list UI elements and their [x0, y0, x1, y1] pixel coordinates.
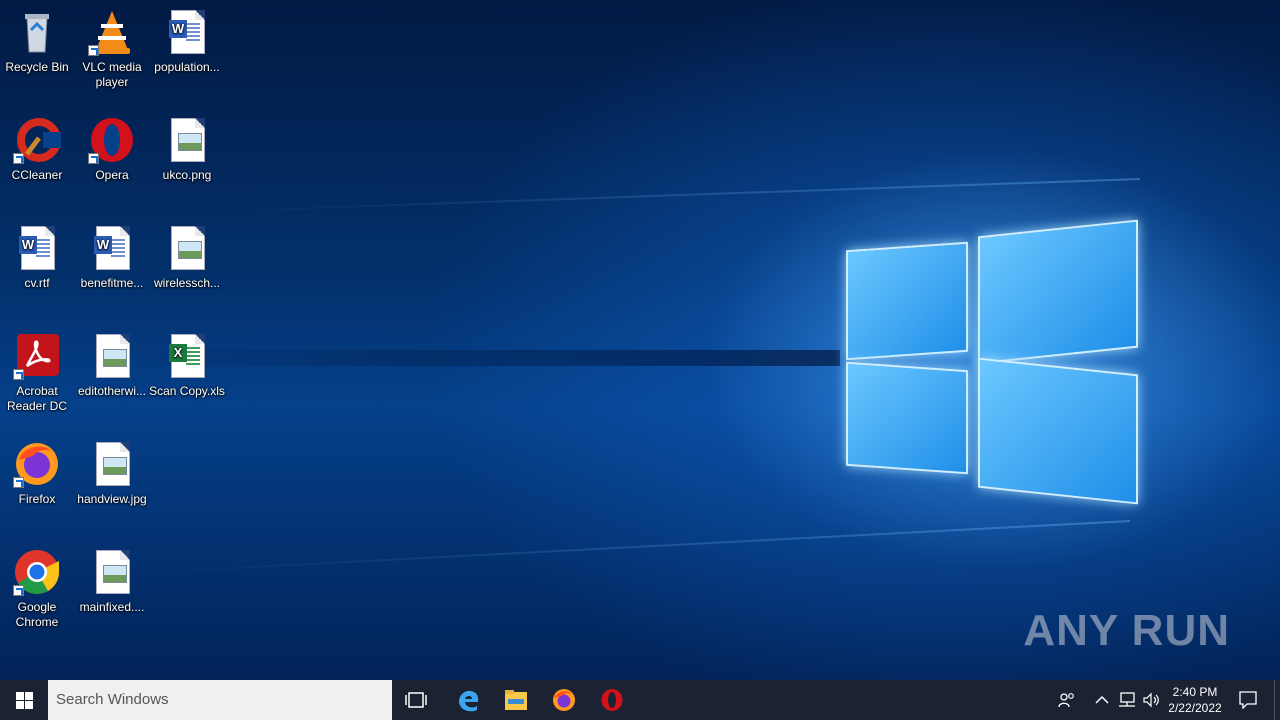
desktop-icon-label: population...: [154, 60, 220, 74]
shortcut-arrow-icon: [88, 45, 99, 56]
image-file-icon: [163, 224, 211, 272]
desktop-icon-handview[interactable]: handview.jpg: [74, 440, 150, 507]
volume-icon: [1143, 692, 1159, 708]
action-center-icon: [1239, 691, 1257, 709]
desktop-icon-label: Acrobat Reader DC: [6, 384, 68, 413]
start-button[interactable]: [0, 680, 48, 720]
logo-pane: [978, 219, 1138, 365]
firefox-icon: [13, 440, 61, 488]
desktop-icon-label: VLC media player: [82, 60, 142, 89]
desktop-icon-label: CCleaner: [11, 168, 63, 182]
shortcut-arrow-icon: [13, 477, 24, 488]
file-explorer-icon: [505, 690, 527, 710]
clock-date: 2/22/2022: [1168, 701, 1222, 715]
desktop-icon-google-chrome[interactable]: Google Chrome: [0, 548, 75, 630]
desktop-icon-label: Opera: [95, 168, 129, 182]
logo-pane: [846, 241, 968, 361]
desktop-icon-label: benefitme...: [80, 276, 144, 290]
acrobat-icon: [13, 332, 61, 380]
wallpaper-beam: [120, 350, 840, 366]
desktop-icon-label: Firefox: [18, 492, 56, 506]
desktop-icon-scan-copy[interactable]: X Scan Copy.xls: [149, 332, 225, 399]
taskbar-file-explorer[interactable]: [492, 680, 540, 720]
wallpaper-beam: [151, 520, 1131, 574]
taskbar-clock[interactable]: 2:40 PM 2/22/2022: [1164, 680, 1226, 720]
desktop-icon-editotherwi[interactable]: editotherwi...: [74, 332, 150, 399]
desktop[interactable]: Recycle Bin CCleaner W cv.rtf Acrobat Re…: [0, 0, 1280, 680]
desktop-icon-ukco[interactable]: ukco.png: [149, 116, 225, 183]
taskbar-opera[interactable]: [588, 680, 636, 720]
tray-people[interactable]: [1052, 680, 1082, 720]
logo-pane: [978, 357, 1138, 505]
image-file-icon: [88, 440, 136, 488]
desktop-icon-mainfixed[interactable]: mainfixed....: [74, 548, 150, 615]
desktop-icon-label: Recycle Bin: [5, 60, 69, 74]
desktop-icon-label: Scan Copy.xls: [149, 384, 225, 398]
desktop-icon-label: wirelessch...: [153, 276, 221, 290]
desktop-icon-label: ukco.png: [162, 168, 212, 182]
desktop-icon-opera[interactable]: Opera: [74, 116, 150, 183]
firefox-icon: [553, 689, 575, 711]
word-doc-icon: W: [88, 224, 136, 272]
chrome-icon: [13, 548, 61, 596]
image-file-icon: [163, 116, 211, 164]
desktop-icon-population[interactable]: W population...: [149, 8, 225, 75]
ccleaner-icon: [13, 116, 61, 164]
task-view-icon: [405, 692, 427, 708]
edge-icon: [459, 690, 479, 712]
wallpaper-beam: [220, 178, 1141, 213]
taskbar-edge[interactable]: [444, 680, 492, 720]
chevron-up-icon: [1095, 695, 1109, 704]
logo-pane: [846, 361, 968, 475]
desktop-icon-ccleaner[interactable]: CCleaner: [0, 116, 75, 183]
desktop-icon-label: handview.jpg: [77, 492, 147, 506]
anyrun-watermark: ANY RUN: [1023, 606, 1230, 655]
show-desktop-button[interactable]: [1274, 680, 1280, 720]
desktop-icon-label: mainfixed....: [79, 600, 145, 614]
task-view-button[interactable]: [394, 680, 438, 720]
windows-logo-icon: [15, 691, 33, 709]
action-center-button[interactable]: [1226, 680, 1270, 720]
network-icon: [1119, 692, 1135, 707]
tray-network[interactable]: [1114, 680, 1140, 720]
desktop-icon-label: editotherwi...: [77, 384, 147, 398]
shortcut-arrow-icon: [88, 153, 99, 164]
search-input[interactable]: Search Windows: [48, 680, 392, 720]
clock-time: 2:40 PM: [1172, 685, 1218, 699]
word-doc-icon: W: [13, 224, 61, 272]
tray-volume[interactable]: [1140, 680, 1164, 720]
taskbar: Search Windows 2:40 PM 2/22/2022: [0, 680, 1280, 720]
image-file-icon: [88, 332, 136, 380]
desktop-icon-label: cv.rtf: [24, 276, 50, 290]
image-file-icon: [88, 548, 136, 596]
recycle-bin-icon: [13, 8, 61, 56]
desktop-icon-benefitme[interactable]: W benefitme...: [74, 224, 150, 291]
shortcut-arrow-icon: [13, 369, 24, 380]
vlc-icon: [88, 8, 136, 56]
desktop-icon-vlc[interactable]: VLC media player: [74, 8, 150, 90]
opera-icon: [88, 116, 136, 164]
tray-show-hidden[interactable]: [1090, 680, 1114, 720]
desktop-icon-firefox[interactable]: Firefox: [0, 440, 75, 507]
taskbar-firefox[interactable]: [540, 680, 588, 720]
people-icon: [1058, 693, 1074, 708]
desktop-icon-cv-rtf[interactable]: W cv.rtf: [0, 224, 75, 291]
desktop-icon-recycle-bin[interactable]: Recycle Bin: [0, 8, 75, 75]
desktop-icon-label: Google Chrome: [15, 600, 59, 629]
shortcut-arrow-icon: [13, 153, 24, 164]
desktop-icon-wirelessch[interactable]: wirelessch...: [149, 224, 225, 291]
shortcut-arrow-icon: [13, 585, 24, 596]
word-doc-icon: W: [163, 8, 211, 56]
opera-icon: [601, 689, 623, 711]
desktop-icon-acrobat[interactable]: Acrobat Reader DC: [0, 332, 75, 414]
excel-doc-icon: X: [163, 332, 211, 380]
